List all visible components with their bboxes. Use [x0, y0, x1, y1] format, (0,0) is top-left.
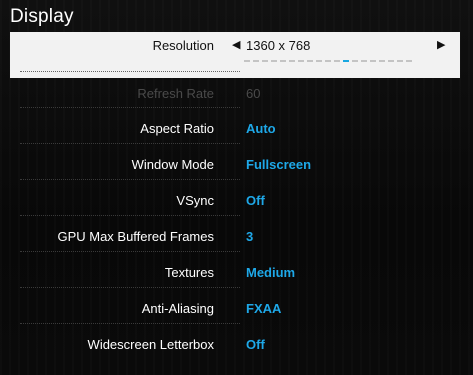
setting-value: Off — [246, 337, 265, 352]
option-tick — [271, 60, 277, 62]
arrow-left-icon[interactable]: ◀ — [232, 38, 240, 51]
divider — [20, 215, 240, 216]
option-tick — [406, 60, 412, 62]
setting-label: VSync — [176, 193, 214, 208]
divider — [20, 107, 240, 108]
option-tick — [388, 60, 394, 62]
option-tick — [325, 60, 331, 62]
setting-row-window-mode[interactable]: Window Mode Fullscreen — [10, 155, 460, 177]
option-tick — [262, 60, 268, 62]
setting-row-refresh-rate: Refresh Rate 60 — [10, 84, 460, 106]
option-tick-selected — [343, 60, 349, 62]
setting-label: Aspect Ratio — [140, 121, 214, 136]
divider — [20, 179, 240, 180]
option-tick — [352, 60, 358, 62]
setting-row-anti-aliasing[interactable]: Anti-Aliasing FXAA — [10, 299, 460, 321]
option-tick — [379, 60, 385, 62]
setting-label: Window Mode — [131, 157, 214, 172]
option-tick — [253, 60, 259, 62]
setting-value: FXAA — [246, 301, 282, 316]
setting-row-textures[interactable]: Textures Medium — [10, 263, 460, 285]
divider — [20, 287, 240, 288]
option-tick — [307, 60, 313, 62]
setting-label: Refresh Rate — [137, 86, 214, 101]
option-tick — [397, 60, 403, 62]
setting-label: Anti-Aliasing — [141, 301, 214, 316]
option-tick — [244, 60, 250, 62]
page-title: Display — [10, 6, 74, 27]
option-tick — [280, 60, 286, 62]
setting-value: Auto — [246, 121, 276, 136]
setting-label: Widescreen Letterbox — [87, 337, 214, 352]
setting-value: Fullscreen — [246, 157, 312, 172]
option-tick — [289, 60, 295, 62]
divider — [20, 143, 240, 144]
option-tick — [370, 60, 376, 62]
option-tick — [361, 60, 367, 62]
option-tick — [298, 60, 304, 62]
option-tick — [334, 60, 340, 62]
setting-row-gpu-max-buffered-frames[interactable]: GPU Max Buffered Frames 3 — [10, 227, 460, 249]
setting-value: Off — [246, 193, 265, 208]
setting-value: 3 — [246, 229, 254, 244]
setting-value: 1360 x 768 — [246, 38, 311, 53]
setting-value: 60 — [246, 86, 261, 101]
setting-label: GPU Max Buffered Frames — [57, 229, 214, 244]
setting-row-aspect-ratio[interactable]: Aspect Ratio Auto — [10, 119, 460, 141]
setting-row-widescreen-letterbox[interactable]: Widescreen Letterbox Off — [10, 335, 460, 357]
setting-label: Textures — [164, 265, 214, 280]
divider — [20, 251, 240, 252]
setting-label: Resolution — [152, 38, 214, 53]
setting-value: Medium — [246, 265, 296, 280]
arrow-right-icon[interactable]: ▶ — [437, 38, 445, 51]
setting-row-vsync[interactable]: VSync Off — [10, 191, 460, 213]
divider — [20, 71, 240, 72]
option-tick — [316, 60, 322, 62]
divider — [20, 323, 240, 324]
option-indicator — [244, 60, 412, 62]
